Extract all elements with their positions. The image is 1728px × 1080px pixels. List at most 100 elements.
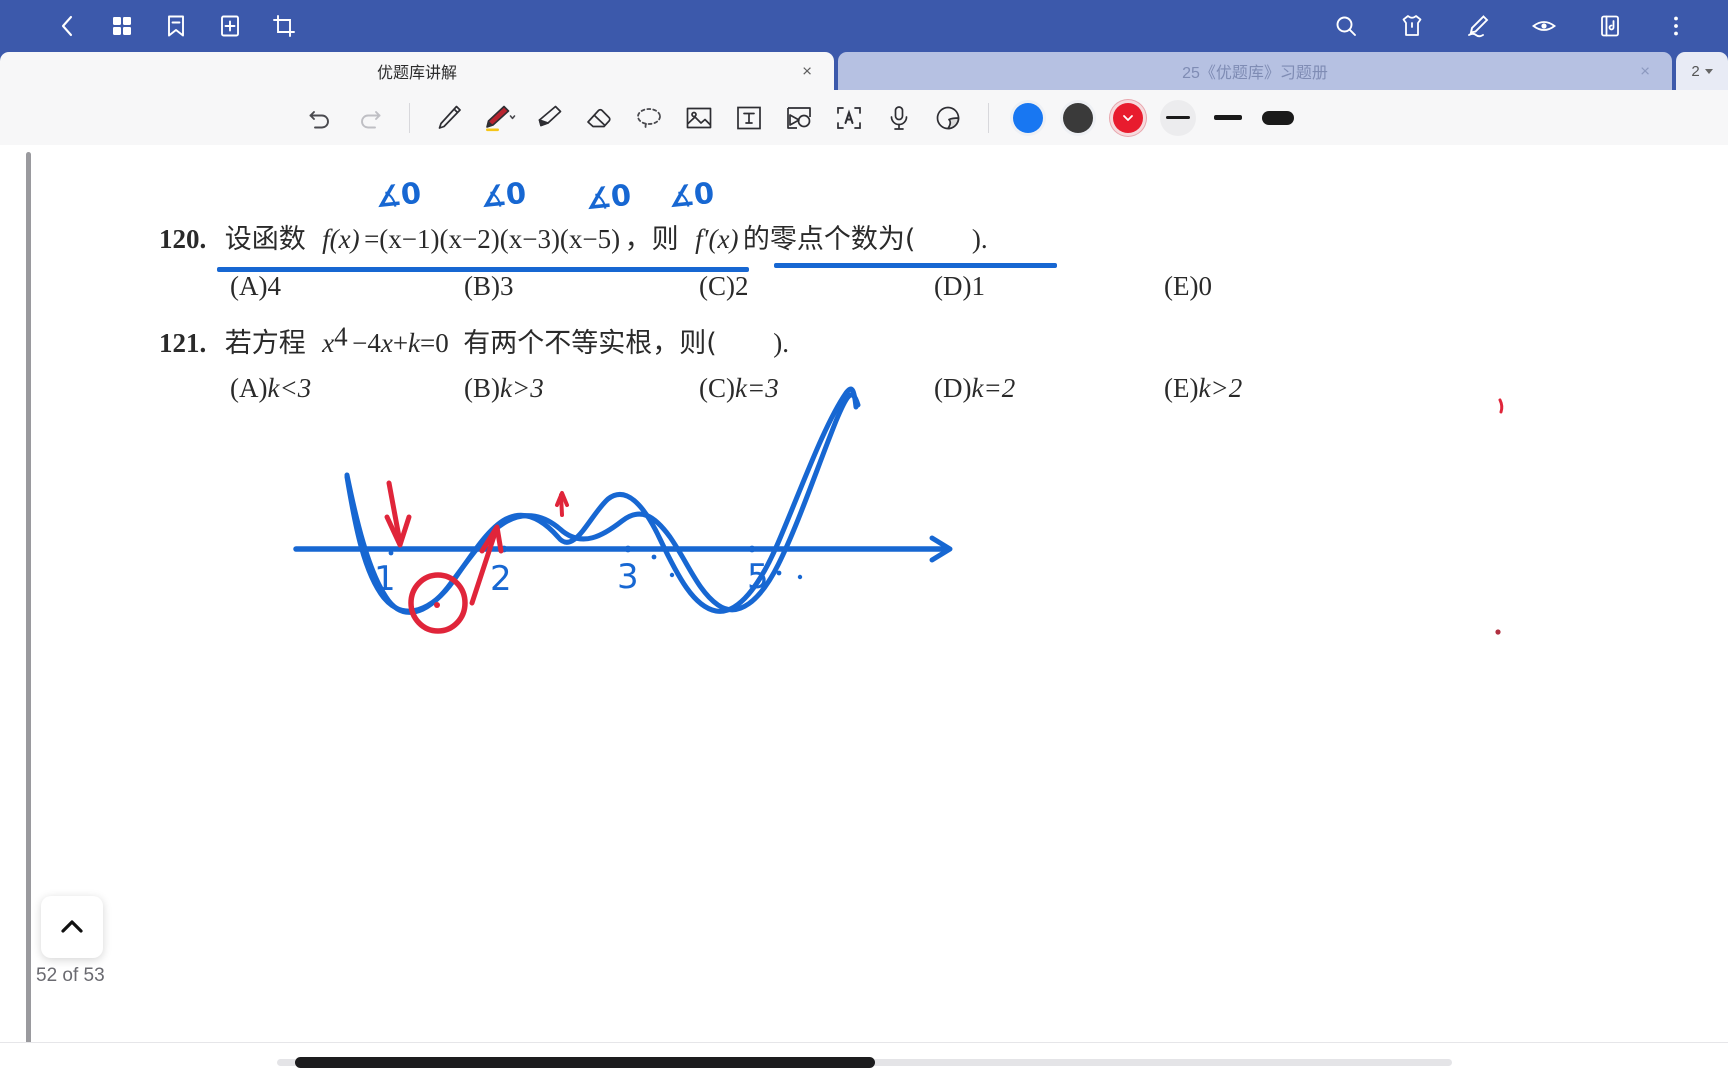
option-value: k<3 [267,373,312,403]
option-key: (C) [699,271,735,301]
color-swatch-blue[interactable] [1003,96,1053,140]
stroke-width-thin[interactable] [1153,96,1203,140]
sketch-label-1: 1 [374,559,396,599]
ocr-text-tool[interactable] [824,96,874,140]
option-120-d[interactable]: (D)1 [934,271,985,302]
tab-document-active[interactable]: 优题库讲解 × [0,52,834,90]
option-value: 4 [267,271,281,301]
tab-bar: 优题库讲解 × 25《优题库》习题册 × 2 [0,52,1728,90]
tab-label: 25《优题库》习题册 [1182,65,1328,82]
sketch-tick-dot [651,554,657,560]
pen-tool[interactable] [424,96,474,140]
shading-tool[interactable] [924,96,974,140]
sketch-stray-mark-1 [1498,398,1504,414]
search-icon[interactable] [1332,12,1360,40]
equation-plus: + [392,328,409,358]
toolbar-divider [409,102,410,133]
add-page-icon[interactable] [216,12,244,40]
tab-close-icon[interactable]: × [802,63,812,80]
bookmark-icon[interactable] [162,12,190,40]
option-120-a[interactable]: (A)4 [230,271,281,302]
horizontal-scrollbar-thumb[interactable] [295,1057,875,1068]
color-dot [1113,102,1143,133]
stem-text: 设函数 [224,224,306,255]
marker-pen-tool[interactable] [474,96,524,140]
function-symbol: f(x) [322,224,360,254]
question-121-stem: 121. 若方程 x4 −4x+k=0 有两个不等实根，则( ). [159,321,789,360]
stroke-line [1166,116,1190,119]
option-value: 1 [971,271,985,301]
color-swatch-red-selected[interactable] [1103,96,1153,140]
vertical-scrollbar[interactable] [26,152,31,1057]
function-expression: =(x−1)(x−2)(x−3)(x−5) [364,224,621,254]
option-value: k=2 [971,373,1016,403]
stroke-width-medium[interactable] [1203,96,1253,140]
color-swatch-black[interactable] [1053,96,1103,140]
grid-thumbnails-icon[interactable] [108,12,136,40]
shirt-icon[interactable] [1398,12,1426,40]
stem-text-2: 有两个不等实根，则( [463,328,717,359]
sketch-red-tick-head [555,491,569,507]
more-vertical-icon[interactable] [1662,12,1690,40]
highlighter-tool[interactable] [524,96,574,140]
sketch-tick-dot [748,545,756,553]
option-121-a[interactable]: (A)k<3 [230,373,311,404]
tab-count-label: 2 [1691,62,1700,80]
question-120-stem: 120. 设函数 f(x) =(x−1)(x−2)(x−3)(x−5) ，则 f… [159,217,988,256]
option-121-d[interactable]: (D)k=2 [934,373,1015,404]
lasso-select-tool[interactable] [624,96,674,140]
equation-base: x [322,328,335,358]
sketch-tick-dot [624,545,632,553]
option-key: (B) [464,373,500,403]
stroke-line [1214,115,1242,120]
annotation-lt-zero-4: ∡0 [666,175,716,215]
drawing-toolbar [0,90,1728,145]
stroke-width-thick[interactable] [1253,96,1303,140]
microphone-tool[interactable] [874,96,924,140]
tab-count-dropdown[interactable]: 2 [1676,52,1728,90]
sketch-red-arrow-down-shaft [386,480,402,540]
tab-document-inactive[interactable]: 25《优题库》习题册 × [838,52,1672,90]
option-120-e[interactable]: (E)0 [1164,271,1212,302]
option-value: k>3 [500,373,544,403]
pen-edit-icon[interactable] [1464,12,1492,40]
chevron-up-icon [61,920,83,933]
tab-close-icon[interactable]: × [1640,63,1650,80]
option-120-b[interactable]: (B)3 [464,271,514,302]
color-dot [1063,102,1093,133]
eraser-tool[interactable] [574,96,624,140]
option-121-b[interactable]: (B)k>3 [464,373,544,404]
sketch-label-3: 3 [617,557,639,597]
book-note-icon[interactable] [1596,12,1624,40]
option-key: (B) [464,271,500,301]
page-indicator: 52 of 53 [36,965,105,986]
option-key: (A) [230,271,268,301]
option-121-e[interactable]: (E)k>2 [1164,373,1242,404]
option-value: 2 [735,271,749,301]
image-insert-tool[interactable] [674,96,724,140]
annotation-lt-zero-1: ∡0 [373,175,423,215]
option-120-c[interactable]: (C)2 [699,271,749,302]
back-icon[interactable] [54,12,82,40]
annotation-underline-2 [774,263,1057,268]
crop-icon[interactable] [270,12,298,40]
annotation-lt-zero-3: ∡0 [583,177,633,217]
sketch-tick-dot [500,545,508,553]
redo-button[interactable] [345,96,395,140]
shape-tool[interactable] [774,96,824,140]
sketch-stray-mark-4 [797,574,803,580]
topbar-right-icon-group [1332,12,1728,40]
sketch-curve [344,386,859,614]
top-navigation-bar [0,0,1728,52]
equation-equals-zero: =0 [420,328,449,358]
stem-text-2: ，则 [624,224,679,255]
text-box-tool[interactable] [724,96,774,140]
option-121-c[interactable]: (C)k=3 [699,373,779,404]
undo-button[interactable] [295,96,345,140]
app-root: 优题库讲解 × 25《优题库》习题册 × 2 120. 设函数 f(x) =(x… [0,0,1728,1080]
derivative-symbol: f′(x) [695,224,739,254]
sketch-red-tick-shaft [559,493,564,517]
collapse-toolbar-button[interactable] [41,896,103,958]
eye-icon[interactable] [1530,12,1558,40]
sketch-stray-mark-2 [1495,629,1501,635]
